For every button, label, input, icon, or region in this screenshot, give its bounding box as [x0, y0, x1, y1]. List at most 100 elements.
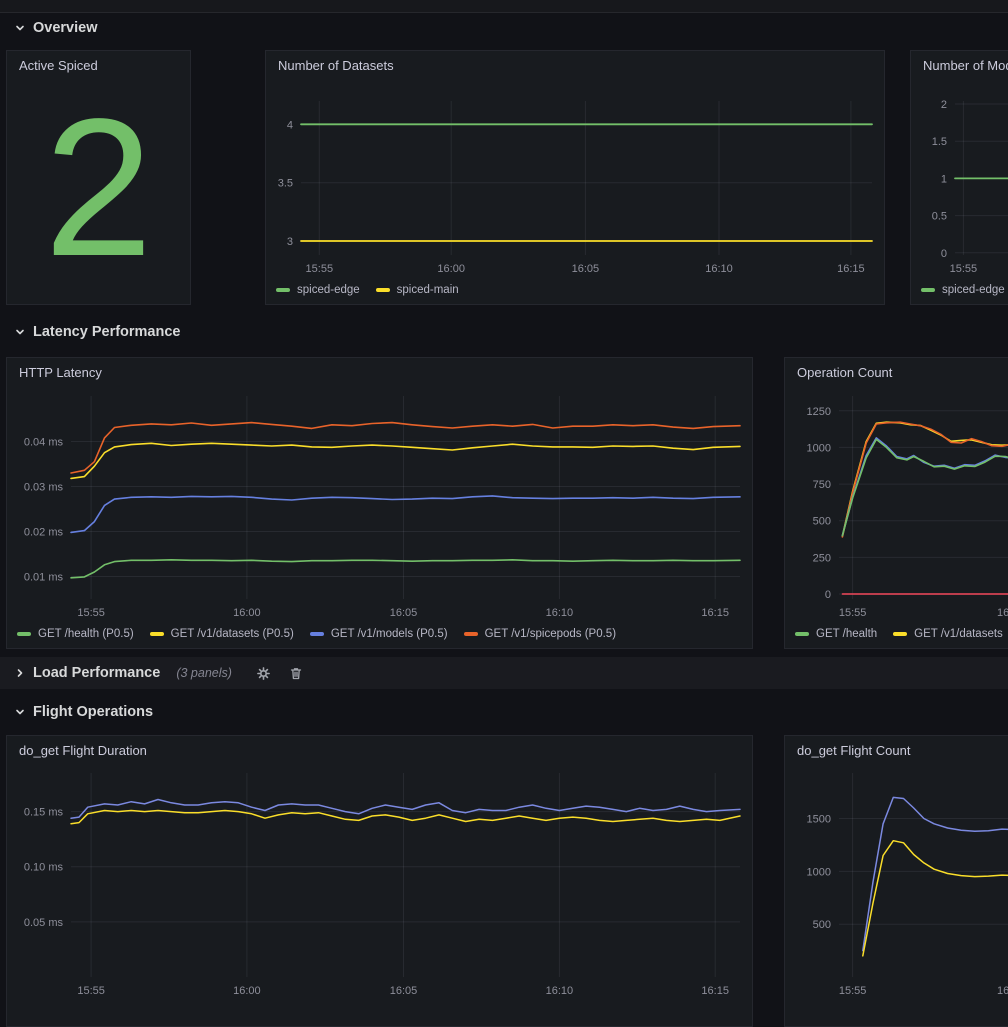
- svg-text:1: 1: [941, 173, 947, 185]
- svg-text:16:15: 16:15: [837, 263, 865, 275]
- legend-swatch: [310, 632, 324, 636]
- stat-value: 2: [7, 77, 190, 298]
- svg-text:16:05: 16:05: [390, 985, 418, 997]
- section-header-flight-operations[interactable]: Flight Operations: [14, 700, 153, 724]
- panel-http-latency: HTTP Latency 15:55 16:00 16:05 16:10 16:15 0.…: [6, 357, 753, 649]
- svg-text:16:00: 16:00: [233, 985, 261, 997]
- legend-item[interactable]: spiced-edge: [276, 284, 360, 296]
- svg-text:16:05: 16:05: [572, 263, 600, 275]
- legend-item[interactable]: GET /health (P0.5): [17, 628, 134, 640]
- panel-operation-count: Operation Count 15:5516:0016:0516:1016:1…: [784, 357, 1008, 649]
- chart-canvas[interactable]: 15:5516:0016:0516:1016:1515001000500: [785, 736, 1008, 1026]
- svg-text:0.15 ms: 0.15 ms: [24, 807, 64, 819]
- svg-text:4: 4: [287, 119, 293, 131]
- chevron-down-icon: [14, 326, 26, 338]
- svg-text:16:05: 16:05: [390, 607, 418, 619]
- panel-title[interactable]: Number of Models: [923, 58, 1008, 73]
- svg-text:0.04 ms: 0.04 ms: [24, 437, 64, 449]
- svg-text:0: 0: [941, 248, 947, 260]
- legend: GET /healthGET /v1/datasetsGET /v1/model…: [795, 628, 1008, 640]
- svg-text:1000: 1000: [807, 866, 831, 878]
- gear-icon[interactable]: [256, 666, 271, 681]
- section-header-latency-performance[interactable]: Latency Performance: [14, 320, 180, 344]
- svg-text:500: 500: [813, 516, 831, 528]
- legend-swatch: [276, 288, 290, 292]
- panel-number-of-datasets: Number of Datasets 15:5516:0016:0516:101…: [265, 50, 885, 305]
- panel-do-get-flight-duration: do_get Flight Duration 15:55 16:00 16:05 16…: [6, 735, 753, 1027]
- legend-item[interactable]: GET /v1/models (P0.5): [310, 628, 448, 640]
- legend-item[interactable]: spiced-main: [376, 284, 459, 296]
- chart-canvas[interactable]: 15:5516:0016:0516:1016:1521.510.50: [911, 51, 1008, 304]
- chevron-right-icon: [14, 667, 26, 679]
- legend-swatch: [150, 632, 164, 636]
- legend-item[interactable]: GET /v1/datasets (P0.5): [150, 628, 294, 640]
- svg-text:0.01 ms: 0.01 ms: [24, 572, 64, 584]
- panel-title[interactable]: Operation Count: [797, 365, 892, 380]
- trash-icon[interactable]: [289, 666, 303, 681]
- svg-text:15:55: 15:55: [950, 263, 978, 275]
- legend-swatch: [464, 632, 478, 636]
- grafana-dashboard: { "sections": { "overview": {"title": "O…: [0, 0, 1008, 849]
- section-title: Latency Performance: [33, 324, 180, 340]
- svg-text:1000: 1000: [807, 442, 831, 454]
- legend: spiced-edge: [921, 284, 1005, 296]
- panel-title[interactable]: do_get Flight Count: [797, 743, 910, 758]
- chevron-down-icon: [14, 22, 26, 34]
- section-title: Flight Operations: [33, 704, 153, 720]
- panel-number-of-models: Number of Models 15:5516:0016:0516:1016:…: [910, 50, 1008, 305]
- svg-text:15:55: 15:55: [839, 607, 867, 619]
- svg-text:15:55: 15:55: [839, 985, 867, 997]
- svg-text:16:10: 16:10: [546, 607, 574, 619]
- panel-title[interactable]: do_get Flight Duration: [19, 743, 147, 758]
- svg-text:15:55: 15:55: [77, 607, 105, 619]
- legend-item[interactable]: GET /v1/spicepods (P0.5): [464, 628, 616, 640]
- svg-text:3: 3: [287, 236, 293, 248]
- panel-title[interactable]: Active Spiced: [19, 58, 98, 73]
- svg-text:16:10: 16:10: [705, 263, 733, 275]
- chevron-down-icon: [14, 706, 26, 718]
- legend: GET /health (P0.5) GET /v1/datasets (P0.5…: [17, 628, 616, 640]
- svg-text:16:10: 16:10: [546, 985, 574, 997]
- legend-item[interactable]: spiced-edge: [921, 284, 1005, 296]
- legend-swatch: [17, 632, 31, 636]
- section-title: Load Performance: [33, 665, 160, 681]
- svg-text:16:15: 16:15: [701, 607, 729, 619]
- svg-text:16:15: 16:15: [701, 985, 729, 997]
- chart-canvas[interactable]: 15:5516:0016:0516:1016:15125010007505002…: [785, 358, 1008, 648]
- svg-text:3.5: 3.5: [278, 178, 293, 190]
- svg-text:1250: 1250: [807, 406, 831, 418]
- legend-item[interactable]: GET /health: [795, 628, 877, 640]
- legend-item[interactable]: GET /v1/datasets: [893, 628, 1003, 640]
- svg-text:16:00: 16:00: [997, 985, 1008, 997]
- svg-text:0.05 ms: 0.05 ms: [24, 917, 64, 929]
- svg-text:0.10 ms: 0.10 ms: [24, 862, 64, 874]
- panel-do-get-flight-count: do_get Flight Count 15:5516:0016:0516:10…: [784, 735, 1008, 1027]
- chart-canvas[interactable]: 15:55 16:00 16:05 16:10 16:15 0.04 ms 0.03 ms 0…: [7, 358, 752, 648]
- legend-swatch: [376, 288, 390, 292]
- chart-canvas[interactable]: 15:55 16:00 16:05 16:10 16:15 4 3.5 3: [266, 51, 884, 304]
- legend-swatch: [795, 632, 809, 636]
- svg-text:250: 250: [813, 552, 831, 564]
- svg-text:0.03 ms: 0.03 ms: [24, 482, 64, 494]
- svg-text:15:55: 15:55: [306, 263, 334, 275]
- svg-text:16:00: 16:00: [997, 607, 1008, 619]
- legend-swatch: [921, 288, 935, 292]
- svg-text:16:00: 16:00: [233, 607, 261, 619]
- svg-text:0: 0: [825, 589, 831, 601]
- legend-swatch: [893, 632, 907, 636]
- panel-title[interactable]: HTTP Latency: [19, 365, 102, 380]
- svg-text:750: 750: [813, 479, 831, 491]
- svg-text:15:55: 15:55: [77, 985, 105, 997]
- panel-count-label: (3 panels): [176, 666, 232, 680]
- svg-text:2: 2: [941, 99, 947, 111]
- svg-text:1500: 1500: [807, 814, 831, 826]
- svg-text:0.02 ms: 0.02 ms: [24, 527, 64, 539]
- section-title: Overview: [33, 20, 98, 36]
- chart-canvas[interactable]: 15:55 16:00 16:05 16:10 16:15 0.15 ms 0.10 ms 0…: [7, 736, 752, 1026]
- section-header-load-performance[interactable]: Load Performance (3 panels): [0, 657, 1008, 689]
- legend: spiced-edge spiced-main: [276, 284, 459, 296]
- panel-title[interactable]: Number of Datasets: [278, 58, 394, 73]
- section-header-overview[interactable]: Overview: [14, 16, 98, 40]
- panel-active-spiced: Active Spiced 2: [6, 50, 191, 305]
- svg-text:16:00: 16:00: [437, 263, 465, 275]
